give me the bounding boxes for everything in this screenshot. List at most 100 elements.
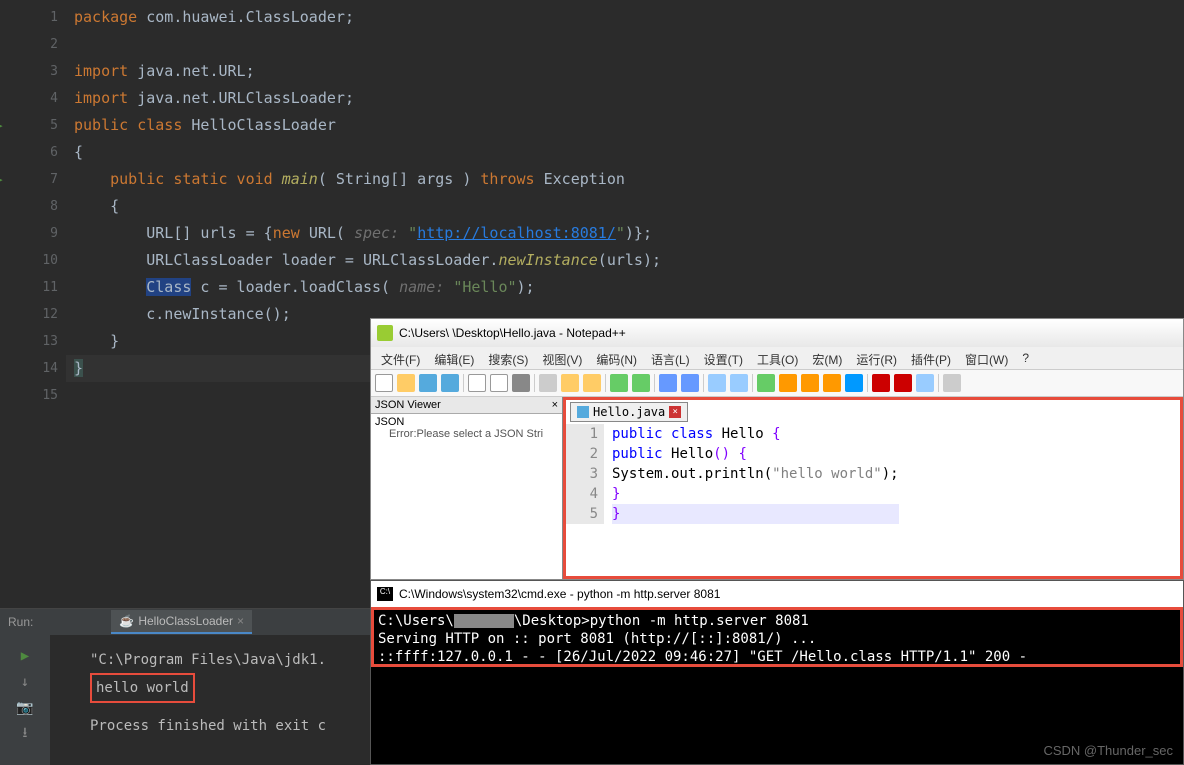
export-icon[interactable]: ⭳ (16, 725, 34, 743)
line-number-runnable[interactable]: 5 (18, 112, 58, 139)
closeall-icon[interactable] (490, 374, 508, 392)
npp-body: JSON Viewer × JSON Error:Please select a … (371, 397, 1183, 579)
menu-item[interactable]: 语言(L) (645, 349, 696, 367)
npp-app-icon (377, 325, 393, 341)
cmd-line: Serving HTTP on :: port 8081 (http://[::… (378, 630, 1176, 648)
file-icon (577, 406, 589, 418)
redo-icon[interactable] (632, 374, 650, 392)
save-icon[interactable] (419, 374, 437, 392)
replace-icon[interactable] (681, 374, 699, 392)
find-icon[interactable] (659, 374, 677, 392)
npp-titlebar[interactable]: C:\Users\ \Desktop\Hello.java - Notepad+… (371, 319, 1183, 347)
code-line: public static void main( String[] args )… (66, 166, 661, 193)
tree-error: Error:Please select a JSON Stri (375, 428, 558, 440)
code-line (66, 31, 661, 58)
panel-title: JSON Viewer (375, 399, 441, 411)
menu-item[interactable]: 插件(P) (905, 349, 957, 367)
line-number-gutter[interactable]: 1 2 3 4 5 6 7 8 9 10 11 12 13 14 15 (18, 0, 66, 608)
saveall-icon[interactable] (441, 374, 459, 392)
line-number: 9 (18, 220, 58, 247)
output-line: "C:\Program Files\Java\jdk1. (90, 647, 326, 673)
close-icon[interactable] (468, 374, 486, 392)
cmd-title: C:\Windows\system32\cmd.exe - python -m … (399, 587, 720, 601)
tool-icon[interactable] (943, 374, 961, 392)
menu-item[interactable]: 编辑(E) (428, 349, 480, 367)
menu-item[interactable]: 运行(R) (850, 349, 903, 367)
zoom-out-icon[interactable] (730, 374, 748, 392)
panel-close-icon[interactable]: × (552, 399, 558, 411)
cmd-icon: C:\ (377, 587, 393, 601)
play-icon[interactable]: ▶ (16, 647, 34, 665)
paste-icon[interactable] (583, 374, 601, 392)
line-number: 13 (18, 328, 58, 355)
npp-gutter: 12345 (566, 424, 604, 524)
line-number: 6 (18, 139, 58, 166)
left-tool-strip[interactable] (0, 0, 18, 608)
record-icon[interactable] (872, 374, 890, 392)
npp-code[interactable]: 12345 public class Hello { public Hello(… (566, 422, 1180, 524)
code-line: { (66, 139, 661, 166)
tab-close-icon[interactable]: × (669, 406, 681, 418)
line-number-runnable[interactable]: 7 (18, 166, 58, 193)
menu-item[interactable]: ? (1016, 349, 1035, 367)
stop-icon[interactable]: ↓ (16, 673, 34, 691)
open-icon[interactable] (397, 374, 415, 392)
indent-icon[interactable] (823, 374, 841, 392)
menu-item[interactable]: 搜索(S) (482, 349, 534, 367)
line-number: 3 (18, 58, 58, 85)
cmd-line: C:\Users\\Desktop>python -m http.server … (378, 612, 1176, 630)
tree-root[interactable]: JSON (375, 416, 558, 428)
code-line: import java.net.URL; (66, 58, 661, 85)
file-tab-label: Hello.java (593, 405, 665, 419)
cmd-output[interactable]: C:\Users\\Desktop>python -m http.server … (371, 607, 1183, 667)
code-line: public class HelloClassLoader (66, 112, 661, 139)
allchars-icon[interactable] (801, 374, 819, 392)
java-icon: ☕ (119, 614, 134, 628)
menu-item[interactable]: 设置(T) (698, 349, 749, 367)
run-tab[interactable]: ☕ HelloClassLoader × (111, 610, 252, 634)
eye-icon[interactable] (916, 374, 934, 392)
line-number: 11 (18, 274, 58, 301)
output-line: Process finished with exit c (90, 713, 326, 739)
cmd-titlebar[interactable]: C:\ C:\Windows\system32\cmd.exe - python… (371, 581, 1183, 607)
npp-editor[interactable]: Hello.java × 12345 public class Hello { … (563, 397, 1183, 579)
run-tab-label: HelloClassLoader (138, 614, 233, 628)
npp-toolbar[interactable] (371, 369, 1183, 397)
code-line: package com.huawei.ClassLoader; (66, 4, 661, 31)
npp-menubar[interactable]: 文件(F) 编辑(E) 搜索(S) 视图(V) 编码(N) 语言(L) 设置(T… (371, 347, 1183, 369)
run-label: Run: (0, 615, 41, 629)
npp-title: C:\Users\ \Desktop\Hello.java - Notepad+… (399, 326, 626, 340)
play-macro-icon[interactable] (894, 374, 912, 392)
json-viewer-panel[interactable]: JSON Viewer × JSON Error:Please select a … (371, 397, 563, 579)
line-number: 12 (18, 301, 58, 328)
menu-item[interactable]: 宏(M) (806, 349, 848, 367)
zoom-in-icon[interactable] (708, 374, 726, 392)
copy-icon[interactable] (561, 374, 579, 392)
line-number: 8 (18, 193, 58, 220)
close-icon[interactable]: × (237, 614, 244, 628)
cut-icon[interactable] (539, 374, 557, 392)
new-icon[interactable] (375, 374, 393, 392)
code-line: URL[] urls = {new URL( spec: "http://loc… (66, 220, 661, 247)
line-number: 2 (18, 31, 58, 58)
code-line: { (66, 193, 661, 220)
sync-icon[interactable] (757, 374, 775, 392)
cmd-window: C:\ C:\Windows\system32\cmd.exe - python… (370, 580, 1184, 765)
camera-icon[interactable]: 📷 (16, 699, 34, 717)
fold-icon[interactable] (845, 374, 863, 392)
notepad-window: C:\Users\ \Desktop\Hello.java - Notepad+… (370, 318, 1184, 580)
file-tab[interactable]: Hello.java × (570, 402, 688, 422)
redacted (454, 614, 514, 628)
menu-item[interactable]: 视图(V) (536, 349, 588, 367)
menu-item[interactable]: 编码(N) (590, 349, 643, 367)
line-number: 14 (18, 355, 58, 382)
menu-item[interactable]: 窗口(W) (959, 349, 1014, 367)
menu-item[interactable]: 工具(O) (751, 349, 804, 367)
code-line: URLClassLoader loader = URLClassLoader.n… (66, 247, 661, 274)
menu-item[interactable]: 文件(F) (375, 349, 426, 367)
wrap-icon[interactable] (779, 374, 797, 392)
line-number: 1 (18, 4, 58, 31)
undo-icon[interactable] (610, 374, 628, 392)
watermark: CSDN @Thunder_sec (1043, 743, 1173, 758)
print-icon[interactable] (512, 374, 530, 392)
